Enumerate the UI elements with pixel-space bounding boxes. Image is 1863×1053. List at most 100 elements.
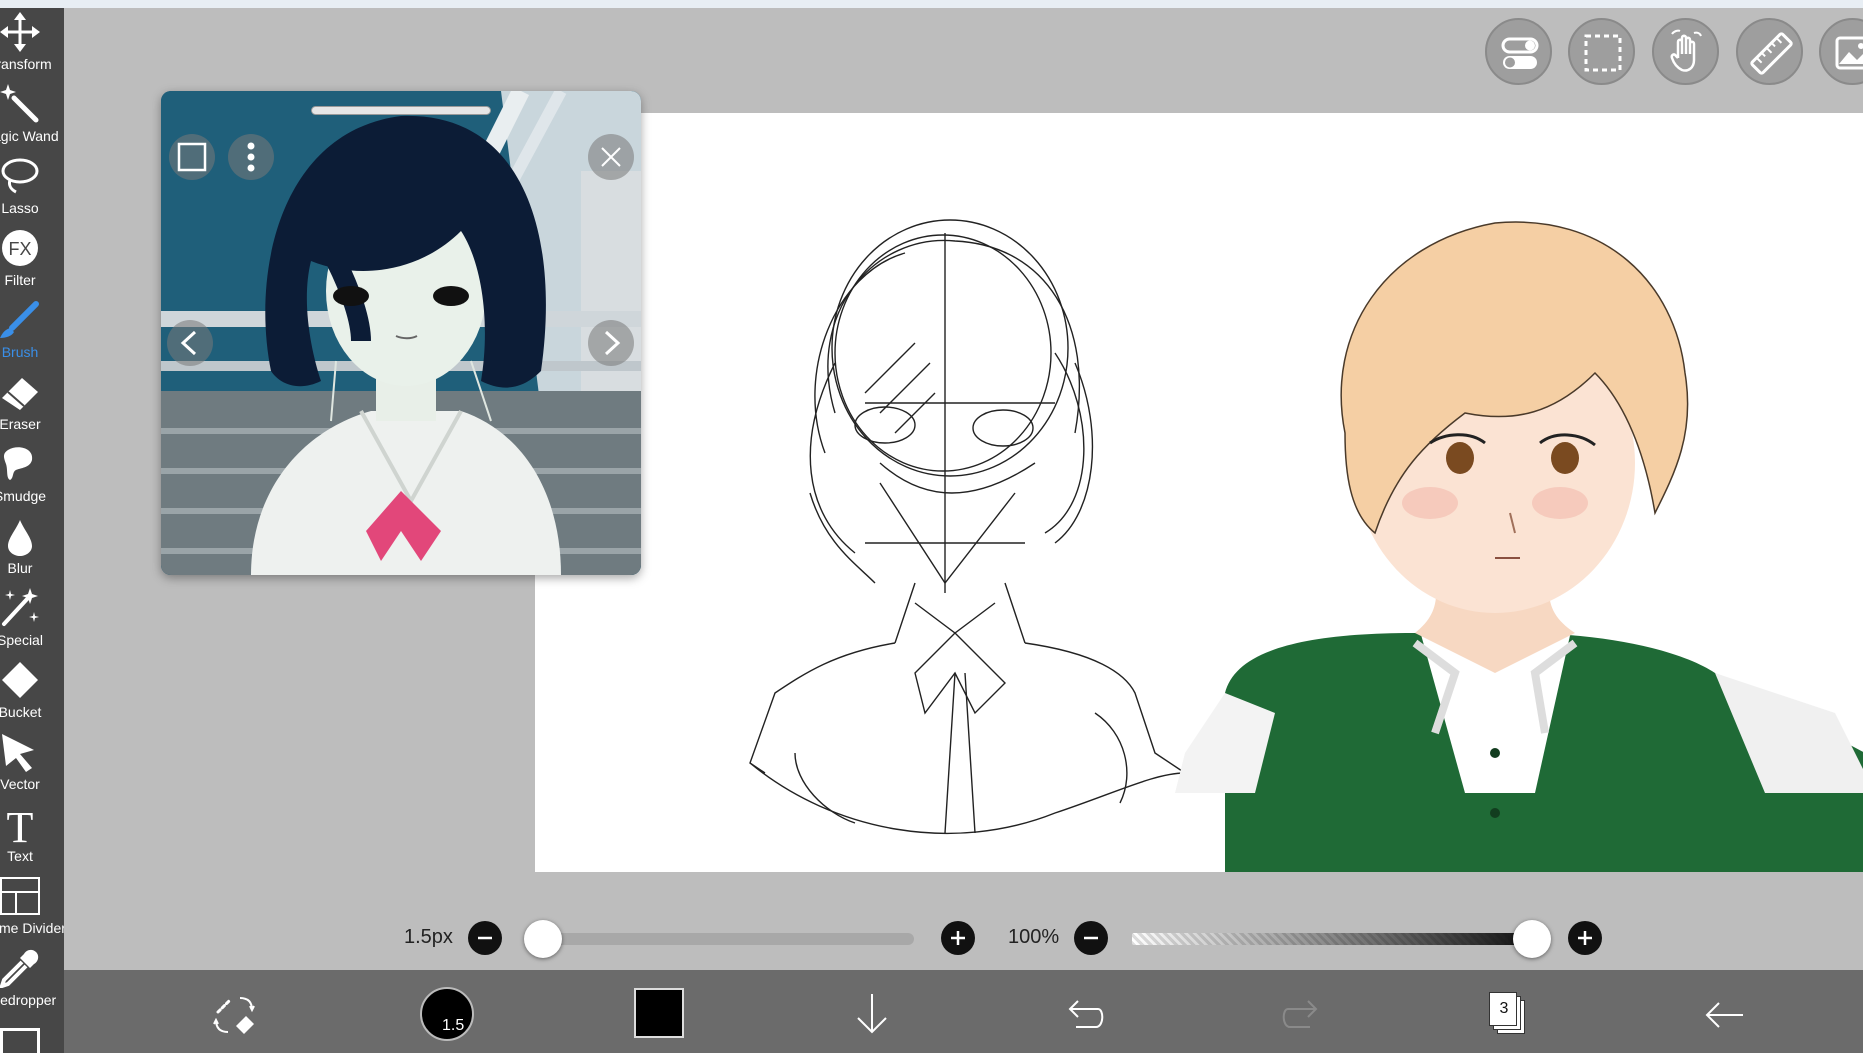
primary-color-swatch[interactable] — [634, 988, 684, 1038]
reference-window[interactable] — [161, 91, 641, 575]
chevron-right-icon — [604, 330, 621, 356]
tool-label: Magic Wand — [0, 128, 59, 144]
tool-label: Frame Divider — [0, 920, 64, 936]
brush-size-slider[interactable] — [528, 933, 914, 945]
save-down-button[interactable] — [852, 990, 892, 1038]
tool-blur[interactable]: Blur — [0, 512, 64, 584]
layers-button[interactable]: 3 — [1489, 992, 1525, 1034]
tool-text[interactable]: T Text — [0, 800, 64, 872]
minus-icon — [1084, 936, 1098, 940]
reference-prev-button[interactable] — [167, 320, 213, 366]
brush-size-decrease-button[interactable] — [468, 921, 502, 955]
hand-icon — [1670, 29, 1702, 72]
canvas-artwork — [749, 219, 1863, 872]
lasso-icon — [1, 158, 39, 194]
opacity-increase-button[interactable] — [1568, 921, 1602, 955]
minus-icon — [478, 936, 492, 940]
status-strip — [0, 0, 1863, 8]
brush-icon — [0, 301, 39, 338]
colored-character — [1175, 221, 1863, 872]
bottom-toolbar — [64, 970, 1863, 1053]
smudge-icon — [4, 447, 33, 480]
plus-icon — [951, 931, 965, 945]
tool-label: Transform — [0, 56, 52, 72]
tool-lasso[interactable]: Lasso — [0, 152, 64, 224]
reference-window-drag-handle[interactable] — [311, 106, 491, 115]
tool-label: Lasso — [1, 200, 39, 216]
text-icon: T — [7, 804, 34, 844]
tool-bucket[interactable]: Bucket — [0, 656, 64, 728]
toggle-icon — [1501, 37, 1539, 69]
selection-icon — [1584, 34, 1622, 72]
tool-label: Filter — [4, 272, 36, 288]
eraser-icon — [2, 378, 38, 410]
tool-frame-divider[interactable]: Frame Divider — [0, 872, 64, 944]
plus-icon — [1578, 931, 1592, 945]
reference-frame-button[interactable] — [169, 134, 215, 180]
quick-brush-eraser-button[interactable] — [210, 990, 258, 1038]
tool-eyedropper[interactable]: Eyedropper — [0, 944, 64, 1016]
tool-smudge[interactable]: Smudge — [0, 440, 64, 512]
back-button[interactable] — [1703, 995, 1745, 1035]
brush-size-slider-thumb[interactable] — [523, 920, 562, 958]
drawing-canvas[interactable] — [535, 113, 1863, 872]
tool-label: Eraser — [0, 416, 41, 432]
special-icon — [2, 588, 39, 626]
eyedropper-icon — [0, 949, 39, 988]
tool-filter[interactable]: FX Filter — [0, 224, 64, 296]
undo-button[interactable] — [1066, 995, 1106, 1035]
frame-divider-icon — [0, 877, 40, 915]
more-vertical-icon — [247, 142, 255, 172]
reference-image-button[interactable] — [1819, 18, 1863, 85]
reference-menu-button[interactable] — [228, 134, 274, 180]
tool-label: Blur — [7, 560, 33, 576]
redo-icon — [1282, 1000, 1318, 1028]
tool-vector[interactable]: Vector — [0, 728, 64, 800]
arrow-left-icon — [1705, 1002, 1743, 1028]
reference-image-icon — [1835, 36, 1863, 70]
tool-label: Smudge — [0, 488, 47, 504]
bucket-icon — [2, 662, 38, 698]
blur-icon — [8, 520, 32, 556]
brush-size-preview-button[interactable]: 1.5 — [420, 987, 474, 1041]
opacity-decrease-button[interactable] — [1074, 921, 1108, 955]
brush-size-increase-button[interactable] — [941, 921, 975, 955]
app-root: Transform Magic Wand Lasso FX Filter — [0, 0, 1863, 1053]
close-icon — [601, 147, 621, 167]
selection-button[interactable] — [1568, 18, 1635, 85]
undo-icon — [1068, 1000, 1104, 1028]
tool-transform[interactable]: Transform — [0, 8, 64, 80]
tool-special[interactable]: Special — [0, 584, 64, 656]
opacity-value: 100% — [1008, 926, 1060, 948]
tool-label: Eyedropper — [0, 992, 57, 1008]
tool-label: Brush — [1, 344, 39, 360]
toggle-button[interactable] — [1485, 18, 1552, 85]
hand-button[interactable] — [1652, 18, 1719, 85]
opacity-slider[interactable] — [1132, 933, 1532, 945]
magic-wand-icon — [0, 84, 39, 123]
redo-button[interactable] — [1280, 995, 1320, 1035]
tool-label: Special — [0, 632, 43, 648]
tool-sidebar: Transform Magic Wand Lasso FX Filter — [0, 8, 64, 1053]
reference-next-button[interactable] — [588, 320, 634, 366]
tool-label: Text — [7, 848, 33, 864]
brush-eraser-swap-icon — [213, 997, 255, 1034]
tool-label: Bucket — [0, 704, 42, 720]
tool-eraser[interactable]: Eraser — [0, 368, 64, 440]
more-tools-icon[interactable] — [0, 1028, 40, 1053]
ruler-icon — [1750, 32, 1793, 75]
brush-size-value: 1.5px — [404, 926, 453, 948]
tool-brush[interactable]: Brush — [0, 296, 64, 368]
opacity-slider-thumb[interactable] — [1513, 920, 1551, 958]
brush-size-badge: 1.5 — [442, 1017, 465, 1034]
svg-text:T: T — [7, 804, 34, 844]
pencil-sketch — [749, 219, 1186, 834]
tool-magic-wand[interactable]: Magic Wand — [0, 80, 64, 152]
layer-count: 3 — [1499, 1000, 1509, 1017]
ruler-button[interactable] — [1736, 18, 1803, 85]
reference-close-button[interactable] — [588, 134, 634, 180]
tool-label: Vector — [0, 776, 40, 792]
frame-icon — [177, 142, 207, 172]
filter-icon: FX — [2, 230, 38, 266]
vector-icon — [2, 734, 34, 772]
